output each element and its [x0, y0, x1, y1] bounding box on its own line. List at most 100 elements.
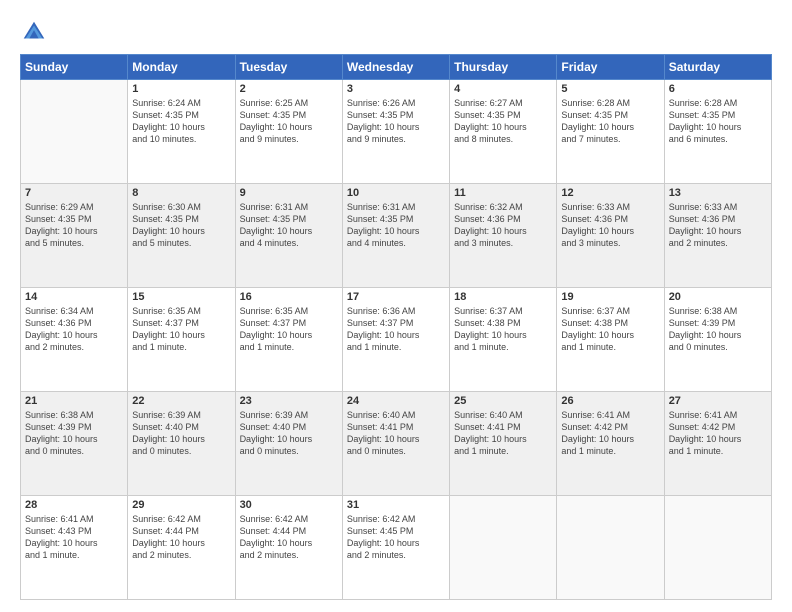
day-number: 26 [561, 395, 659, 407]
day-info: Sunrise: 6:30 AM Sunset: 4:35 PM Dayligh… [132, 201, 230, 250]
day-info: Sunrise: 6:38 AM Sunset: 4:39 PM Dayligh… [669, 305, 767, 354]
day-info: Sunrise: 6:28 AM Sunset: 4:35 PM Dayligh… [669, 97, 767, 146]
day-info: Sunrise: 6:31 AM Sunset: 4:35 PM Dayligh… [347, 201, 445, 250]
day-info: Sunrise: 6:37 AM Sunset: 4:38 PM Dayligh… [454, 305, 552, 354]
day-info: Sunrise: 6:25 AM Sunset: 4:35 PM Dayligh… [240, 97, 338, 146]
calendar-day-cell: 4 Sunrise: 6:27 AM Sunset: 4:35 PM Daylig… [450, 80, 557, 184]
day-number: 6 [669, 83, 767, 95]
day-info: Sunrise: 6:34 AM Sunset: 4:36 PM Dayligh… [25, 305, 123, 354]
day-number: 11 [454, 187, 552, 199]
day-number: 8 [132, 187, 230, 199]
calendar-day-cell: 12 Sunrise: 6:33 AM Sunset: 4:36 PM Dayli… [557, 184, 664, 288]
calendar-day-cell: 9 Sunrise: 6:31 AM Sunset: 4:35 PM Daylig… [235, 184, 342, 288]
calendar-day-cell: 3Sunrise: 6:26 AM Sunset: 4:35 PM Daylig… [342, 80, 449, 184]
calendar-day-cell: 14 Sunrise: 6:34 AM Sunset: 4:36 PM Dayli… [21, 288, 128, 392]
calendar-day-cell: 28 Sunrise: 6:41 AM Sunset: 4:43 PM Dayli… [21, 496, 128, 600]
calendar-day-cell [664, 496, 771, 600]
day-number: 17 [347, 291, 445, 303]
day-info: Sunrise: 6:37 AM Sunset: 4:38 PM Dayligh… [561, 305, 659, 354]
weekday-header: Friday [557, 55, 664, 80]
day-number: 15 [132, 291, 230, 303]
day-info: Sunrise: 6:41 AM Sunset: 4:42 PM Dayligh… [669, 409, 767, 458]
day-number: 24 [347, 395, 445, 407]
day-number: 28 [25, 499, 123, 511]
calendar-day-cell: 7 Sunrise: 6:29 AM Sunset: 4:35 PM Daylig… [21, 184, 128, 288]
calendar-day-cell: 23Sunrise: 6:39 AM Sunset: 4:40 PM Dayli… [235, 392, 342, 496]
calendar-day-cell: 25Sunrise: 6:40 AM Sunset: 4:41 PM Dayli… [450, 392, 557, 496]
day-number: 22 [132, 395, 230, 407]
calendar-day-cell: 2 Sunrise: 6:25 AM Sunset: 4:35 PM Daylig… [235, 80, 342, 184]
day-number: 20 [669, 291, 767, 303]
calendar-day-cell [21, 80, 128, 184]
day-number: 9 [240, 187, 338, 199]
calendar-table: SundayMondayTuesdayWednesdayThursdayFrid… [20, 54, 772, 600]
day-number: 29 [132, 499, 230, 511]
header [20, 18, 772, 46]
day-number: 30 [240, 499, 338, 511]
day-number: 13 [669, 187, 767, 199]
calendar-day-cell: 8 Sunrise: 6:30 AM Sunset: 4:35 PM Daylig… [128, 184, 235, 288]
day-number: 7 [25, 187, 123, 199]
calendar-week-row: 14 Sunrise: 6:34 AM Sunset: 4:36 PM Dayli… [21, 288, 772, 392]
day-info: Sunrise: 6:35 AM Sunset: 4:37 PM Dayligh… [240, 305, 338, 354]
calendar-day-cell: 11Sunrise: 6:32 AM Sunset: 4:36 PM Dayli… [450, 184, 557, 288]
day-info: Sunrise: 6:36 AM Sunset: 4:37 PM Dayligh… [347, 305, 445, 354]
day-info: Sunrise: 6:42 AM Sunset: 4:44 PM Dayligh… [240, 513, 338, 562]
calendar-day-cell: 18 Sunrise: 6:37 AM Sunset: 4:38 PM Dayli… [450, 288, 557, 392]
calendar-day-cell: 19 Sunrise: 6:37 AM Sunset: 4:38 PM Dayli… [557, 288, 664, 392]
day-info: Sunrise: 6:27 AM Sunset: 4:35 PM Dayligh… [454, 97, 552, 146]
day-number: 4 [454, 83, 552, 95]
day-number: 23 [240, 395, 338, 407]
day-info: Sunrise: 6:42 AM Sunset: 4:44 PM Dayligh… [132, 513, 230, 562]
day-number: 14 [25, 291, 123, 303]
logo-icon [20, 18, 48, 46]
calendar-day-cell: 21 Sunrise: 6:38 AM Sunset: 4:39 PM Dayli… [21, 392, 128, 496]
logo [20, 18, 52, 46]
weekday-header: Tuesday [235, 55, 342, 80]
calendar-day-cell [450, 496, 557, 600]
day-info: Sunrise: 6:41 AM Sunset: 4:42 PM Dayligh… [561, 409, 659, 458]
day-info: Sunrise: 6:31 AM Sunset: 4:35 PM Dayligh… [240, 201, 338, 250]
day-number: 19 [561, 291, 659, 303]
day-number: 31 [347, 499, 445, 511]
calendar-day-cell: 17 Sunrise: 6:36 AM Sunset: 4:37 PM Dayli… [342, 288, 449, 392]
day-info: Sunrise: 6:38 AM Sunset: 4:39 PM Dayligh… [25, 409, 123, 458]
day-info: Sunrise: 6:35 AM Sunset: 4:37 PM Dayligh… [132, 305, 230, 354]
page: SundayMondayTuesdayWednesdayThursdayFrid… [0, 0, 792, 612]
day-number: 3 [347, 83, 445, 95]
weekday-header: Monday [128, 55, 235, 80]
day-number: 27 [669, 395, 767, 407]
day-info: Sunrise: 6:24 AM Sunset: 4:35 PM Dayligh… [132, 97, 230, 146]
calendar-day-cell: 16Sunrise: 6:35 AM Sunset: 4:37 PM Dayli… [235, 288, 342, 392]
day-info: Sunrise: 6:33 AM Sunset: 4:36 PM Dayligh… [561, 201, 659, 250]
day-number: 1 [132, 83, 230, 95]
calendar-day-cell: 10Sunrise: 6:31 AM Sunset: 4:35 PM Dayli… [342, 184, 449, 288]
day-number: 18 [454, 291, 552, 303]
calendar-day-cell: 26 Sunrise: 6:41 AM Sunset: 4:42 PM Dayli… [557, 392, 664, 496]
calendar-day-cell: 20 Sunrise: 6:38 AM Sunset: 4:39 PM Dayli… [664, 288, 771, 392]
day-number: 2 [240, 83, 338, 95]
day-number: 12 [561, 187, 659, 199]
day-info: Sunrise: 6:29 AM Sunset: 4:35 PM Dayligh… [25, 201, 123, 250]
weekday-header: Sunday [21, 55, 128, 80]
calendar-week-row: 21 Sunrise: 6:38 AM Sunset: 4:39 PM Dayli… [21, 392, 772, 496]
calendar-day-cell: 29 Sunrise: 6:42 AM Sunset: 4:44 PM Dayli… [128, 496, 235, 600]
calendar-day-cell: 5Sunrise: 6:28 AM Sunset: 4:35 PM Daylig… [557, 80, 664, 184]
calendar-header-row: SundayMondayTuesdayWednesdayThursdayFrid… [21, 55, 772, 80]
calendar-day-cell: 1 Sunrise: 6:24 AM Sunset: 4:35 PM Daylig… [128, 80, 235, 184]
day-info: Sunrise: 6:28 AM Sunset: 4:35 PM Dayligh… [561, 97, 659, 146]
calendar-week-row: 28 Sunrise: 6:41 AM Sunset: 4:43 PM Dayli… [21, 496, 772, 600]
day-number: 21 [25, 395, 123, 407]
weekday-header: Wednesday [342, 55, 449, 80]
day-info: Sunrise: 6:41 AM Sunset: 4:43 PM Dayligh… [25, 513, 123, 562]
calendar-day-cell: 24 Sunrise: 6:40 AM Sunset: 4:41 PM Dayli… [342, 392, 449, 496]
day-info: Sunrise: 6:33 AM Sunset: 4:36 PM Dayligh… [669, 201, 767, 250]
calendar-day-cell: 31Sunrise: 6:42 AM Sunset: 4:45 PM Dayli… [342, 496, 449, 600]
weekday-header: Saturday [664, 55, 771, 80]
day-info: Sunrise: 6:40 AM Sunset: 4:41 PM Dayligh… [347, 409, 445, 458]
calendar-day-cell: 6 Sunrise: 6:28 AM Sunset: 4:35 PM Daylig… [664, 80, 771, 184]
day-info: Sunrise: 6:40 AM Sunset: 4:41 PM Dayligh… [454, 409, 552, 458]
calendar-day-cell: 27 Sunrise: 6:41 AM Sunset: 4:42 PM Dayli… [664, 392, 771, 496]
calendar-day-cell: 13 Sunrise: 6:33 AM Sunset: 4:36 PM Dayli… [664, 184, 771, 288]
calendar-week-row: 1 Sunrise: 6:24 AM Sunset: 4:35 PM Daylig… [21, 80, 772, 184]
